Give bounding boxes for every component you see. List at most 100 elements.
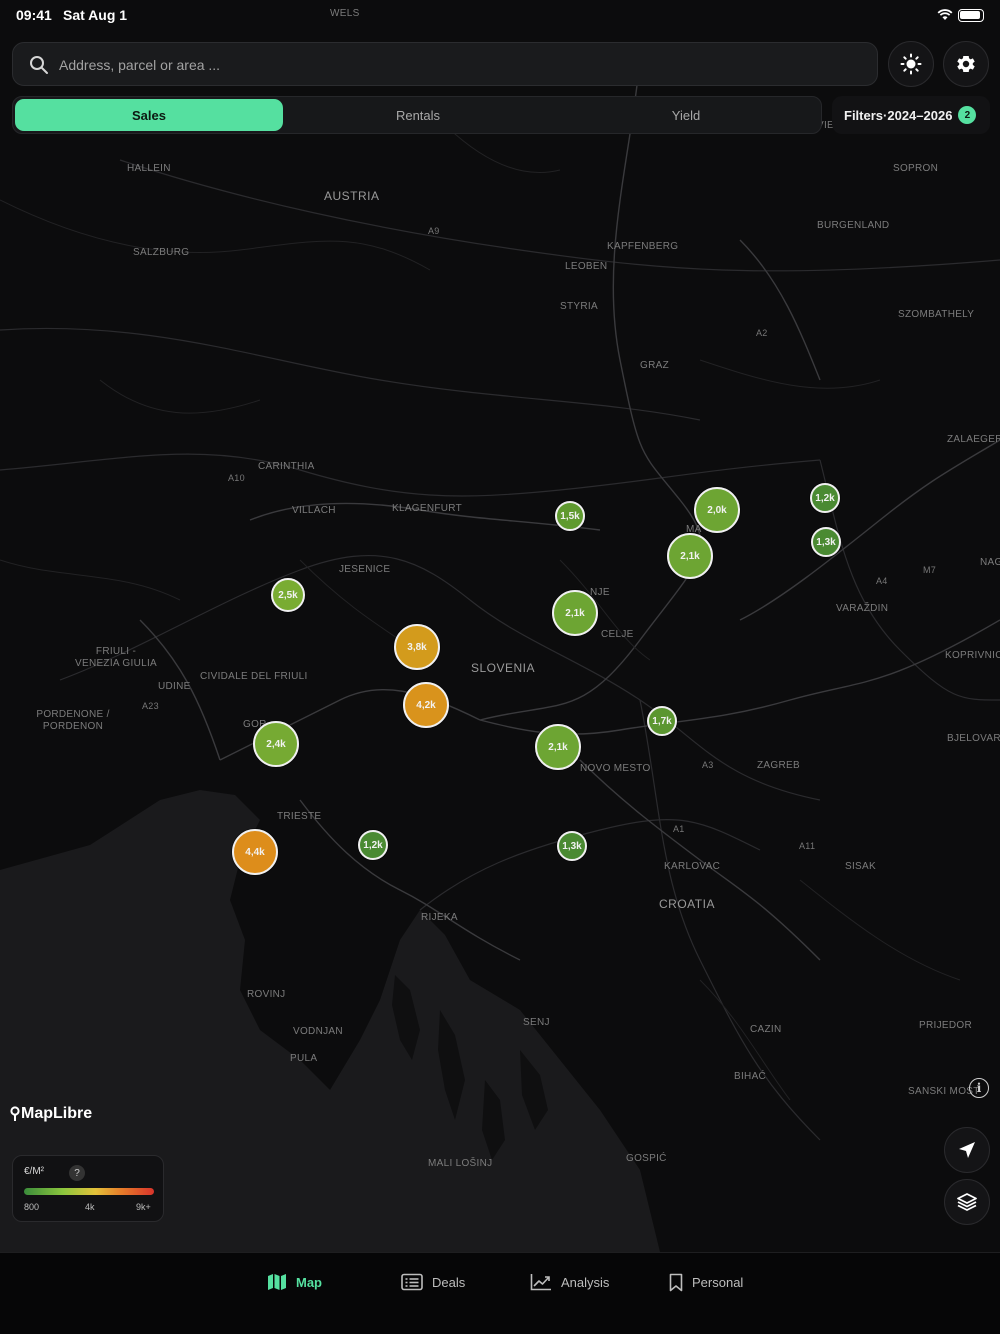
- map-label: STYRIA: [560, 301, 598, 312]
- map-label: MALI LOŠINJ: [428, 1158, 493, 1169]
- tab-yield[interactable]: Yield: [552, 99, 820, 131]
- map-label: CROATIA: [659, 897, 715, 911]
- search-input[interactable]: [59, 53, 839, 77]
- map-label: A11: [799, 841, 816, 851]
- price-cluster-marker[interactable]: 4,2k: [403, 682, 449, 728]
- map-label: ROVINJ: [247, 989, 286, 1000]
- nav-deals-label: Deals: [432, 1274, 466, 1290]
- map-view[interactable]: WELS HALLEIN AUSTRIA SALZBURG KAPFENBERG LEOB…: [0, 0, 1000, 1252]
- map-label: NAG: [980, 557, 1000, 568]
- price-legend: €/M² ? 800 4k 9k+: [12, 1155, 164, 1222]
- price-cluster-marker[interactable]: 2,1k: [552, 590, 598, 636]
- price-cluster-marker[interactable]: 4,4k: [232, 829, 278, 875]
- analysis-icon: [530, 1274, 551, 1291]
- price-cluster-marker[interactable]: 2,1k: [535, 724, 581, 770]
- nav-analysis[interactable]: Analysis: [530, 1273, 609, 1291]
- map-label: KARLOVAC: [664, 861, 721, 872]
- price-cluster-marker[interactable]: 3,8k: [394, 624, 440, 670]
- info-icon[interactable]: i: [969, 1078, 989, 1098]
- wifi-icon: [937, 9, 953, 20]
- map-label: A23: [142, 701, 159, 711]
- map-label: KLAGENFURT: [392, 503, 463, 514]
- price-cluster-marker[interactable]: 1,7k: [647, 706, 677, 736]
- price-cluster-marker[interactable]: 1,2k: [358, 830, 388, 860]
- map-label: SALZBURG: [133, 247, 190, 258]
- legend-tick-min: 800: [24, 1202, 40, 1212]
- price-cluster-marker[interactable]: 1,2k: [810, 483, 840, 513]
- filters-range: 2024–2026: [887, 107, 953, 123]
- filters-button[interactable]: Filters · 2024–2026 2: [832, 96, 990, 134]
- bookmark-icon: [669, 1273, 683, 1292]
- map-label: A10: [228, 473, 245, 483]
- nav-personal-label: Personal: [692, 1275, 744, 1290]
- nav-personal[interactable]: Personal: [669, 1273, 743, 1292]
- price-cluster-marker[interactable]: 1,5k: [555, 501, 585, 531]
- map-label: SISAK: [845, 861, 876, 872]
- map-label: JESENICE: [339, 564, 391, 575]
- filters-label: Filters: [844, 107, 884, 123]
- map-pin-icon: [10, 1106, 20, 1121]
- price-cluster-marker[interactable]: 2,5k: [271, 578, 305, 612]
- map-label: VILLACH: [292, 505, 336, 516]
- map-label: A1: [673, 824, 685, 834]
- map-label: SLOVENIA: [471, 661, 536, 675]
- price-cluster-marker[interactable]: 1,3k: [811, 527, 841, 557]
- map-label: PRIJEDOR: [919, 1020, 972, 1031]
- map-label: UDINE: [158, 681, 191, 692]
- status-bar: 09:41 Sat Aug 1: [0, 0, 1000, 30]
- battery-icon: [958, 9, 984, 22]
- map-label: TRIESTE: [277, 811, 322, 822]
- tab-sales[interactable]: Sales: [15, 99, 283, 131]
- gear-icon: [957, 56, 975, 72]
- map-label: NJE: [590, 587, 610, 598]
- tab-rentals[interactable]: Rentals: [284, 99, 552, 131]
- map-label: CAZIN: [750, 1024, 782, 1035]
- nav-map-label: Map: [296, 1274, 322, 1290]
- map-label: BJELOVAR: [947, 733, 1000, 744]
- price-cluster-marker[interactable]: 1,3k: [557, 831, 587, 861]
- legend-tick-mid: 4k: [85, 1202, 95, 1212]
- price-cluster-marker[interactable]: 2,4k: [253, 721, 299, 767]
- map-label: GRAZ: [640, 360, 669, 371]
- map-label: A3: [702, 760, 714, 770]
- map-label: AUSTRIA: [324, 189, 380, 203]
- maplibre-logo[interactable]: MapLibre: [9, 1105, 92, 1123]
- search-icon: [30, 56, 48, 74]
- map-label: CIVIDALE DEL FRIULI: [200, 671, 308, 682]
- legend-unit: €/M²: [24, 1166, 44, 1177]
- settings-button[interactable]: [943, 41, 989, 87]
- map-label: GOSPIĆ: [626, 1153, 667, 1164]
- map-label: SOPRON: [893, 163, 939, 174]
- theme-toggle-button[interactable]: [888, 41, 934, 87]
- map-label: M7: [923, 565, 937, 575]
- locate-me-button[interactable]: [944, 1127, 990, 1173]
- nav-map[interactable]: Map: [267, 1273, 322, 1291]
- legend-gradient-bar: [24, 1188, 154, 1195]
- map-label: KAPFENBERG: [607, 241, 679, 252]
- status-time: 09:41: [16, 7, 52, 23]
- map-label: VODNJAN: [293, 1026, 343, 1037]
- map-label: LEOBEN: [565, 261, 608, 272]
- price-cluster-marker[interactable]: 2,1k: [667, 533, 713, 579]
- search-bar[interactable]: [12, 42, 878, 86]
- legend-help-button[interactable]: ?: [69, 1165, 85, 1181]
- map-label: NOVO MESTO: [580, 763, 651, 774]
- map-label: PULA: [290, 1053, 318, 1064]
- bottom-tab-bar: Map Deals Analysis Personal: [0, 1252, 1000, 1334]
- layers-icon: [957, 1193, 977, 1211]
- nav-deals[interactable]: Deals: [401, 1273, 465, 1291]
- map-label: KOPRIVNICA: [945, 650, 1000, 661]
- deals-icon: [401, 1273, 423, 1291]
- map-label: PORDENONE / PORDENON: [36, 709, 110, 732]
- map-label: CARINTHIA: [258, 461, 315, 472]
- map-label: A2: [756, 328, 768, 338]
- layers-button[interactable]: [944, 1179, 990, 1225]
- sun-icon: [900, 53, 922, 75]
- price-cluster-marker[interactable]: 2,0k: [694, 487, 740, 533]
- map-label: BIHAĆ: [734, 1071, 767, 1082]
- map-label: HALLEIN: [127, 163, 171, 174]
- location-arrow-icon: [959, 1142, 975, 1158]
- maplibre-text: MapLibre: [21, 1105, 93, 1122]
- market-tabs: Sales Rentals Yield: [12, 96, 822, 134]
- map-background: [0, 59, 1000, 1252]
